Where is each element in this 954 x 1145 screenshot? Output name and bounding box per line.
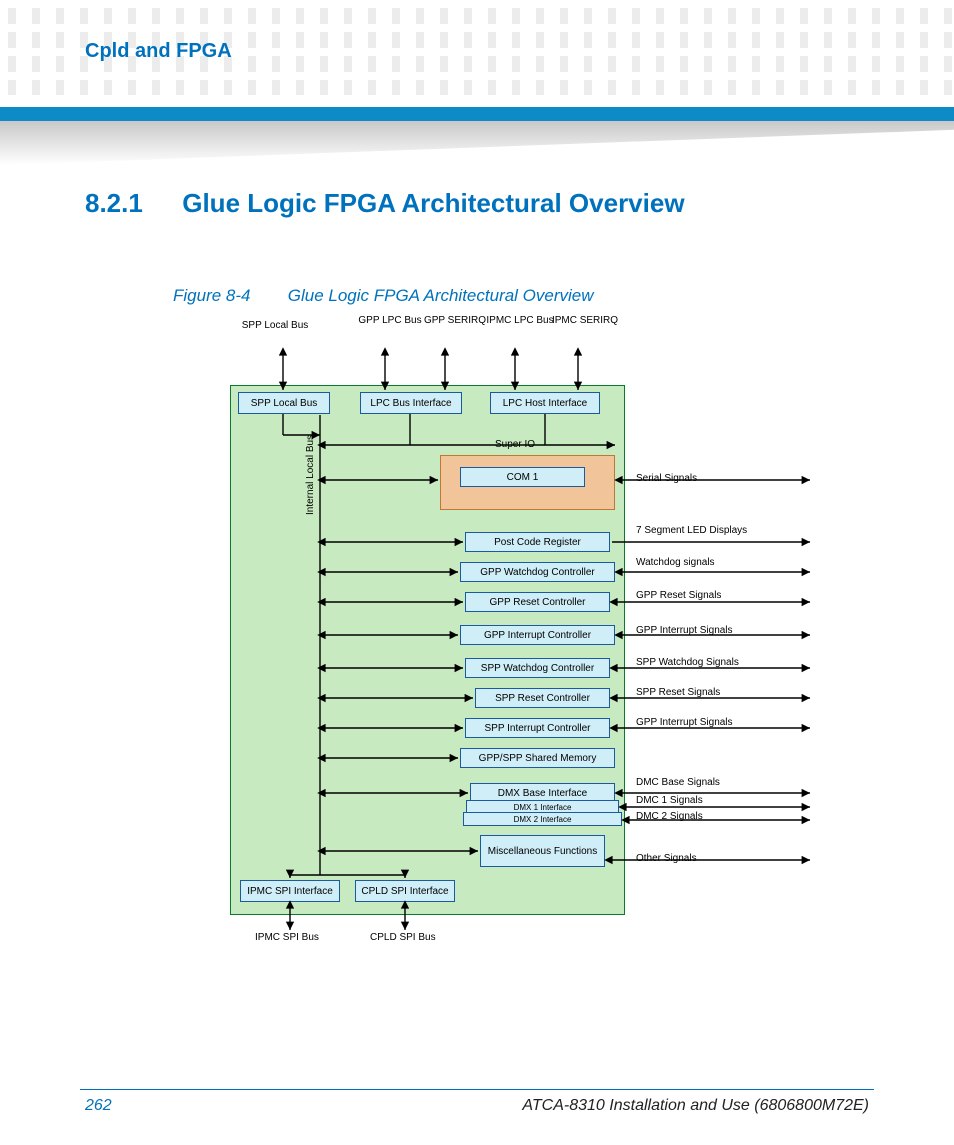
top-label: SPP Local Bus: [240, 320, 310, 331]
block-box: Post Code Register: [465, 532, 610, 552]
block-box: SPP Interrupt Controller: [465, 718, 610, 738]
bottom-label: IPMC SPI Bus: [255, 932, 319, 943]
block-box: Miscellaneous Functions: [480, 835, 605, 867]
top-label: IPMC LPC Bus: [485, 315, 555, 326]
figure-title: Glue Logic FPGA Architectural Overview: [288, 286, 594, 305]
block-box: DMX 2 Interface: [463, 812, 622, 826]
signal-label: DMC 1 Signals: [636, 795, 703, 806]
block-box: CPLD SPI Interface: [355, 880, 455, 902]
block-box: COM 1: [460, 467, 585, 487]
fpga-diagram: SPP Local Bus GPP LPC Bus GPP SERIRQ IPM…: [170, 315, 820, 945]
block-box: GPP Reset Controller: [465, 592, 610, 612]
figure-label: Figure 8-4: [173, 286, 283, 306]
header-blue-bar: [0, 107, 954, 121]
footer-doc-title: ATCA-8310 Installation and Use (6806800M…: [522, 1097, 869, 1115]
top-label: IPMC SERIRQ: [550, 315, 620, 326]
signal-label: 7 Segment LED Displays: [636, 525, 747, 536]
signal-label: SPP Watchdog Signals: [636, 657, 739, 668]
footer-rule: [80, 1089, 874, 1090]
top-label: GPP LPC Bus: [355, 315, 425, 326]
signal-label: Serial Signals: [636, 473, 697, 484]
block-box: SPP Reset Controller: [475, 688, 610, 708]
signal-label: DMC 2 Signals: [636, 811, 703, 822]
block-box: IPMC SPI Interface: [240, 880, 340, 902]
signal-label: SPP Reset Signals: [636, 687, 720, 698]
signal-label: GPP Interrupt Signals: [636, 717, 733, 728]
block-box: SPP Watchdog Controller: [465, 658, 610, 678]
footer-page-number: 262: [85, 1097, 112, 1115]
signal-label: Other Signals: [636, 853, 697, 864]
bottom-label: CPLD SPI Bus: [370, 932, 436, 943]
heading-text: Glue Logic FPGA Architectural Overview: [182, 188, 684, 218]
header-grey-wedge: [0, 121, 954, 165]
block-box: GPP Watchdog Controller: [460, 562, 615, 582]
super-io-label: Super IO: [495, 439, 535, 450]
block-box: LPC Host Interface: [490, 392, 600, 414]
block-box: GPP/SPP Shared Memory: [460, 748, 615, 768]
signal-label: DMC Base Signals: [636, 777, 720, 788]
signal-label: GPP Reset Signals: [636, 590, 721, 601]
page-heading: 8.2.1 Glue Logic FPGA Architectural Over…: [85, 188, 685, 219]
block-box: GPP Interrupt Controller: [460, 625, 615, 645]
heading-number: 8.2.1: [85, 188, 175, 219]
top-label: GPP SERIRQ: [420, 315, 490, 326]
block-box: LPC Bus Interface: [360, 392, 462, 414]
signal-label: GPP Interrupt Signals: [636, 625, 733, 636]
signal-label: Watchdog signals: [636, 557, 715, 568]
section-title: Cpld and FPGA: [85, 40, 232, 63]
block-box: SPP Local Bus: [238, 392, 330, 414]
figure-caption: Figure 8-4 Glue Logic FPGA Architectural…: [173, 286, 594, 306]
internal-bus-label: Internal Local Bus: [305, 435, 316, 515]
